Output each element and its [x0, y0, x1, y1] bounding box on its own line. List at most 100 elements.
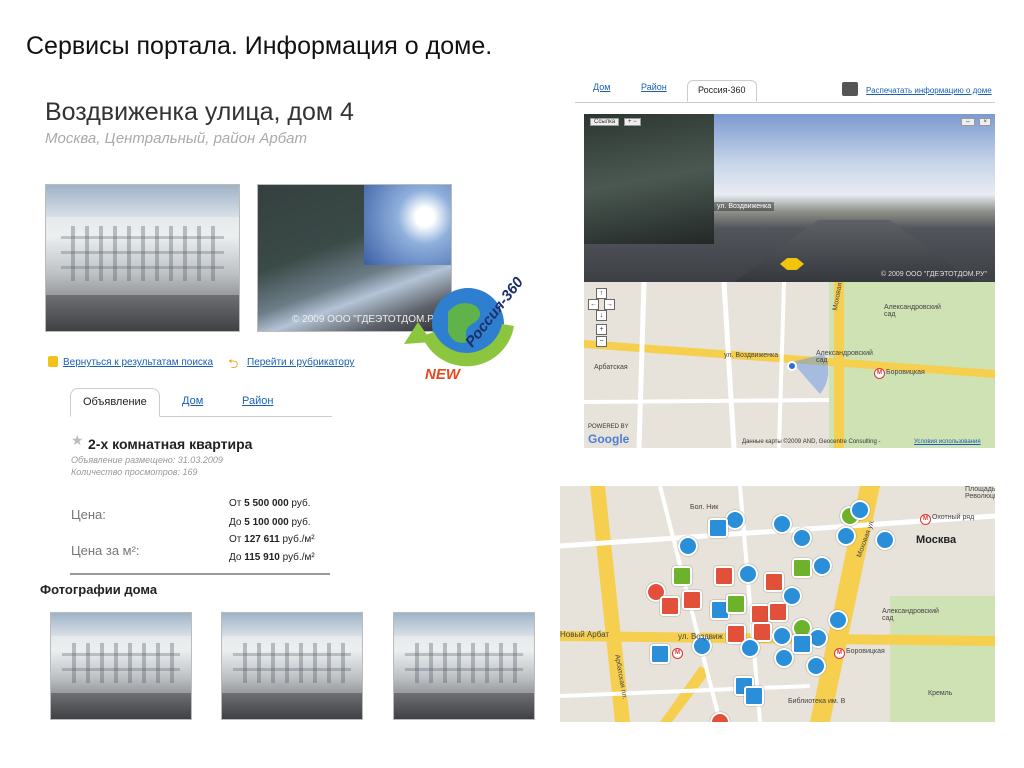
service-marker-icon[interactable]: [774, 648, 794, 668]
service-marker-icon[interactable]: [782, 586, 802, 606]
pan-down-button[interactable]: ↓: [596, 310, 607, 321]
photo-sky: [222, 613, 362, 637]
service-marker-icon[interactable]: [672, 566, 692, 586]
service-marker-icon[interactable]: [792, 528, 812, 548]
service-marker-icon[interactable]: [650, 644, 670, 664]
house-thumbnail[interactable]: [221, 612, 363, 720]
price-m2-from-unit: руб./м²: [282, 534, 315, 545]
map-label: Москва: [916, 534, 957, 546]
favorite-star-icon[interactable]: ★: [71, 432, 84, 449]
google-logo: Google: [588, 432, 630, 446]
price-m2-from-value: 127 611: [244, 534, 280, 545]
service-marker-icon[interactable]: [682, 590, 702, 610]
map-label: Охотный ряд: [932, 514, 975, 521]
pan-right-button[interactable]: →: [604, 299, 615, 310]
service-marker-icon[interactable]: [738, 564, 758, 584]
posted-date: Объявление размещено: 31.03.2009: [71, 455, 223, 465]
zoom-in-button[interactable]: +: [596, 324, 607, 335]
price-from-value: 5 500 000: [244, 498, 289, 509]
service-marker-icon[interactable]: [764, 572, 784, 592]
map-label: Новый Арбат: [560, 630, 610, 639]
zoom-buttons[interactable]: + −: [624, 118, 641, 126]
service-marker-icon[interactable]: [828, 610, 848, 630]
tab-russia-360[interactable]: Россия-360: [687, 80, 757, 102]
expand-button[interactable]: ⇔: [961, 118, 975, 126]
tab-ad[interactable]: Объявление: [70, 388, 160, 417]
price-m2-to-prefix: До: [229, 552, 242, 563]
price-m2-from-prefix: От: [229, 534, 242, 545]
price-to-prefix: До: [229, 517, 242, 528]
service-marker-icon[interactable]: [740, 638, 760, 658]
zoom-out-button[interactable]: −: [596, 336, 607, 347]
panorama-building: [584, 114, 714, 244]
street-panorama[interactable]: Ссылка + − ⇔ × ул. Воздвиженка © 2009 ОО…: [584, 114, 995, 282]
photo-sky: [51, 613, 191, 637]
price-m2-from: От 127 611 руб./м²: [229, 534, 315, 545]
service-marker-icon[interactable]: [678, 536, 698, 556]
street: [721, 282, 737, 448]
service-marker-icon[interactable]: [660, 596, 680, 616]
tab-house[interactable]: Дом: [170, 388, 215, 415]
photo-sky: [46, 185, 239, 218]
pan-up-button[interactable]: ↑: [596, 288, 607, 299]
price-m2-to-value: 115 910: [244, 552, 280, 563]
house-thumbnail[interactable]: [50, 612, 192, 720]
tab-house[interactable]: Дом: [593, 82, 610, 92]
service-marker-icon[interactable]: [850, 500, 870, 520]
map-label: Библиотека им. В: [788, 698, 846, 705]
listing-location: Москва, Центральный, район Арбат: [45, 130, 308, 147]
metro-icon: M: [834, 648, 845, 659]
location-map[interactable]: ↑ ← → ↓ + − Александровский сад ул. Возд…: [584, 282, 995, 448]
metro-icon: M: [920, 514, 931, 525]
back-to-results-link[interactable]: Вернуться к результатам поиска: [63, 357, 213, 368]
service-marker-icon[interactable]: [768, 602, 788, 622]
tab-district[interactable]: Район: [230, 388, 285, 415]
photo-facade: [233, 642, 351, 683]
listing-address: Воздвиженка улица, дом 4: [45, 98, 354, 126]
service-marker-icon[interactable]: [792, 558, 812, 578]
house-photo[interactable]: [45, 184, 240, 332]
service-marker-icon[interactable]: [772, 514, 792, 534]
link-button[interactable]: Ссылка: [590, 118, 620, 126]
logo-new-text: NEW: [425, 366, 460, 383]
service-marker-icon[interactable]: [708, 518, 728, 538]
rubricator-link[interactable]: Перейти к рубрикатору: [247, 357, 354, 368]
terms-link[interactable]: Условия использования: [914, 439, 981, 445]
close-button[interactable]: ×: [979, 118, 991, 126]
print-info-link[interactable]: Распечатать информацию о доме: [866, 86, 992, 95]
service-marker-icon[interactable]: [812, 556, 832, 576]
photos-title: Фотографии дома: [40, 582, 158, 597]
photo-street: [46, 294, 239, 331]
map-label: Арбатская: [594, 364, 628, 371]
map-label: Александровский сад: [882, 608, 939, 622]
map-copyright: Данные карты ©2009 AND, Geocentre Consul…: [742, 439, 881, 445]
service-marker-icon[interactable]: [875, 530, 895, 550]
price-m2-label: Цена за м²:: [71, 543, 140, 558]
service-marker-icon[interactable]: [726, 594, 746, 614]
photo-street: [222, 692, 362, 719]
photo-sky: [394, 613, 534, 637]
service-marker-icon[interactable]: [772, 626, 792, 646]
pan-left-button[interactable]: ←: [588, 299, 599, 310]
map-label: Боровицкая: [846, 648, 885, 655]
tab-district[interactable]: Район: [641, 82, 667, 92]
price-to-value: 5 100 000: [244, 517, 289, 528]
house-thumbnail[interactable]: [393, 612, 535, 720]
service-marker-icon[interactable]: [725, 510, 745, 530]
arrow-head: [404, 322, 432, 344]
document-icon: [48, 356, 58, 367]
price-from-prefix: От: [229, 498, 242, 509]
street-label: ул. Воздвиженка: [714, 202, 775, 211]
service-marker-icon[interactable]: [744, 686, 764, 706]
map-label: Площадь Революции: [965, 486, 995, 500]
service-marker-icon[interactable]: [750, 604, 770, 624]
service-marker-icon[interactable]: [806, 656, 826, 676]
photo-facade: [405, 642, 523, 683]
service-marker-icon[interactable]: [836, 526, 856, 546]
district-services-map[interactable]: Москва M Охотный ряд Площадь Революции А…: [560, 486, 995, 722]
metro-icon: M: [874, 368, 885, 379]
service-marker-icon[interactable]: [714, 566, 734, 586]
service-marker-icon[interactable]: [792, 634, 812, 654]
printer-icon[interactable]: [842, 82, 858, 96]
photo-facade: [61, 225, 224, 282]
